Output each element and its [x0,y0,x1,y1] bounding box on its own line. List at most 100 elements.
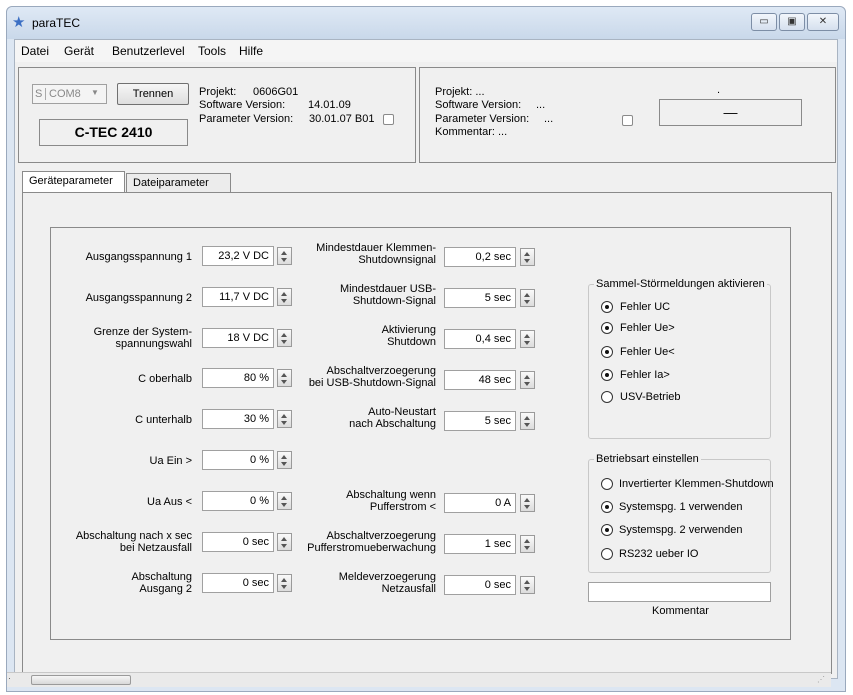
abschaltung-pufferstrom-stepper[interactable] [520,494,535,512]
param-label-ausgangsspannung-1: Ausgangsspannung 1 [85,251,192,263]
window-title: paraTEC [32,16,81,30]
minimize-button[interactable]: ▭ [751,13,777,31]
abschaltung-netzausfall-input[interactable]: 0 sec [202,532,274,552]
auto-neustart-stepper[interactable] [520,412,535,430]
alarms-group [588,284,771,439]
mindestdauer-usb-input[interactable]: 5 sec [444,288,516,308]
radio-fehler-ue-low[interactable] [601,346,613,358]
auto-neustart-input[interactable]: 5 sec [444,411,516,431]
abschaltverzoegerung-puffer-input[interactable]: 1 sec [444,534,516,554]
radio-rs232[interactable] [601,548,613,560]
ausgangsspannung-2-stepper[interactable] [277,288,292,306]
menu-datei[interactable]: Datei [21,44,49,58]
ua-aus-stepper[interactable] [277,492,292,510]
title-bar[interactable]: ★ paraTEC ▭ ▣ ✕ [7,7,845,39]
radio-label-rs232: RS232 ueber IO [619,548,699,560]
radio-label-invertierter-shutdown: Invertierter Klemmen-Shutdown [619,478,774,490]
close-button[interactable]: ✕ [807,13,839,31]
radio-fehler-ue-high[interactable] [601,322,613,334]
mindestdauer-klemmen-input[interactable]: 0,2 sec [444,247,516,267]
radio-label-fehler-uc: Fehler UC [620,301,671,313]
horizontal-scrollbar[interactable]: · ⋰ [7,672,831,687]
radio-usv-betrieb[interactable] [601,391,613,403]
param-label-c-unterhalb: C unterhalb [135,414,192,426]
menu-hilfe[interactable]: Hilfe [239,44,263,58]
ausgangsspannung-2-input[interactable]: 11,7 V DC [202,287,274,307]
chevron-down-icon: ▼ [91,88,99,97]
ua-aus-input[interactable]: 0 % [202,491,274,511]
scroll-left-icon[interactable]: · [8,673,11,683]
param-label-ua-aus: Ua Aus < [147,496,192,508]
param-label-auto-neustart: Auto-Neustart nach Abschaltung [349,406,436,430]
software-version-value: 14.01.09 [308,99,351,111]
star-icon: ★ [12,14,26,31]
c-unterhalb-input[interactable]: 30 % [202,409,274,429]
aktivierung-shutdown-stepper[interactable] [520,330,535,348]
menu-benutzerlevel[interactable]: Benutzerlevel [112,44,185,58]
file-parameter-version-value: ... [544,113,554,125]
mindestdauer-klemmen-stepper[interactable] [520,248,535,266]
param-label-aktivierung-shutdown: Aktivierung Shutdown [381,324,436,348]
menu-bar: Datei Gerät Benutzerlevel Tools Hilfe [15,40,837,62]
ausgangsspannung-1-input[interactable]: 23,2 V DC [202,246,274,266]
alarms-group-title: Sammel-Störmeldungen aktivieren [594,278,767,290]
abschaltung-ausgang-2-input[interactable]: 0 sec [202,573,274,593]
radio-label-usv-betrieb: USV-Betrieb [620,391,681,403]
grenze-systemspannung-stepper[interactable] [277,329,292,347]
scrollbar-thumb[interactable] [31,675,131,685]
resize-grip-icon[interactable]: ⋰ [817,675,825,684]
param-label-c-oberhalb: C oberhalb [138,373,192,385]
file-dot: . [717,84,721,96]
meldeverzoegerung-stepper[interactable] [520,576,535,594]
device-name: C-TEC 2410 [39,119,188,146]
connection-panel: S COM8 ▼ Trennen C-TEC 2410 Projekt: 060… [18,67,416,163]
menu-tools[interactable]: Tools [198,44,226,58]
ua-ein-input[interactable]: 0 % [202,450,274,470]
parameter-version-checkbox[interactable] [383,114,394,125]
mode-group-title: Betriebsart einstellen [594,453,701,465]
param-label-ua-ein: Ua Ein > [149,455,193,467]
file-display: — [659,99,802,126]
radio-label-systemspg-2: Systemspg. 2 verwenden [619,524,743,536]
param-label-abschaltung-netzausfall: Abschaltung nach x sec bei Netzausfall [75,530,192,554]
file-parameter-version-label: Parameter Version: [435,113,530,125]
abschaltung-ausgang-2-stepper[interactable] [277,574,292,592]
com-port-select[interactable]: S COM8 ▼ [32,84,107,104]
radio-invertierter-shutdown[interactable] [601,478,613,490]
c-unterhalb-stepper[interactable] [277,410,292,428]
radio-systemspg-1[interactable] [601,501,613,513]
grenze-systemspannung-input[interactable]: 18 V DC [202,328,274,348]
c-oberhalb-input[interactable]: 80 % [202,368,274,388]
parameter-version-value: 30.01.07 B01 [309,113,375,125]
tab-geraeteparameter[interactable]: Geräteparameter [22,171,125,193]
meldeverzoegerung-input[interactable]: 0 sec [444,575,516,595]
radio-label-fehler-ue-high: Fehler Ue> [620,322,675,334]
menu-geraet[interactable]: Gerät [64,44,94,58]
parameter-version-label: Parameter Version: [199,113,294,125]
file-checkbox[interactable] [622,115,633,126]
radio-label-systemspg-1: Systemspg. 1 verwenden [619,501,743,513]
param-label-grenze-systemspannung: Grenze der System- spannungswahl [93,326,192,350]
disconnect-button[interactable]: Trennen [117,83,189,105]
param-label-abschaltverzoegerung-usb: Abschaltverzoegerung bei USB-Shutdown-Si… [308,365,436,389]
abschaltung-pufferstrom-input[interactable]: 0 A [444,493,516,513]
ua-ein-stepper[interactable] [277,451,292,469]
radio-fehler-ia[interactable] [601,369,613,381]
param-label-ausgangsspannung-2: Ausgangsspannung 2 [85,292,192,304]
comment-input[interactable] [588,582,771,602]
mindestdauer-usb-stepper[interactable] [520,289,535,307]
radio-systemspg-2[interactable] [601,524,613,536]
param-label-meldeverzoegerung: Meldeverzoegerung Netzausfall [338,571,436,595]
param-label-abschaltung-pufferstrom: Abschaltung wenn Pufferstrom < [346,489,436,513]
tab-dateiparameter[interactable]: Dateiparameter [126,173,231,193]
param-label-mindestdauer-klemmen: Mindestdauer Klemmen- Shutdownsignal [316,242,436,266]
abschaltverzoegerung-puffer-stepper[interactable] [520,535,535,553]
abschaltverzoegerung-usb-input[interactable]: 48 sec [444,370,516,390]
ausgangsspannung-1-stepper[interactable] [277,247,292,265]
comment-label: Kommentar [652,605,709,617]
maximize-button[interactable]: ▣ [779,13,805,31]
abschaltverzoegerung-usb-stepper[interactable] [520,371,535,389]
software-version-label: Software Version: [199,99,286,111]
radio-fehler-uc[interactable] [601,301,613,313]
aktivierung-shutdown-input[interactable]: 0,4 sec [444,329,516,349]
